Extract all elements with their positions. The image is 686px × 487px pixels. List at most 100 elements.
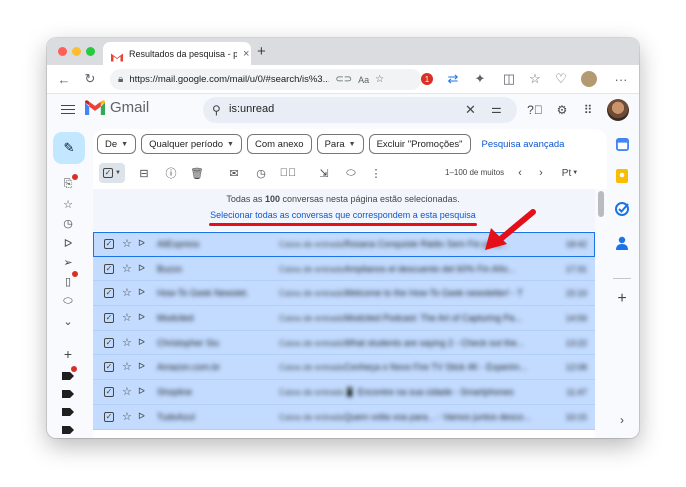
close-window-button[interactable] — [58, 47, 67, 56]
email-row[interactable]: ✓ ☆ ᐅ How-To Geek Newslet. Caixa de entr… — [93, 281, 595, 307]
star-icon[interactable]: ☆ — [122, 336, 132, 349]
filter-chip-to[interactable]: Para ▼ — [316, 134, 364, 154]
email-row[interactable]: ✓ ☆ ᐅ Modcited Caixa de entrada Modcited… — [93, 306, 595, 331]
star-icon[interactable]: ☆ — [122, 360, 132, 373]
select-all-checkbox[interactable]: ✓ ▼ — [99, 163, 125, 183]
compose-button[interactable]: ✎ — [53, 132, 85, 164]
importance-marker-icon[interactable]: ᐅ — [138, 238, 145, 249]
main-menu-icon[interactable] — [61, 102, 75, 116]
scrollbar[interactable] — [595, 189, 607, 438]
tasks-icon[interactable] — [614, 201, 630, 217]
labels-icon[interactable]: ⬭ — [344, 166, 358, 180]
delete-icon[interactable]: 🗑︎ — [190, 166, 204, 180]
label-tag-icon[interactable] — [61, 387, 75, 401]
row-checkbox[interactable]: ✓ — [104, 288, 114, 299]
back-icon[interactable]: ← — [56, 71, 72, 87]
snooze-icon[interactable]: ◷ — [254, 166, 268, 180]
importance-marker-icon[interactable]: ᐅ — [138, 312, 145, 323]
favorites-icon[interactable]: ☆ — [527, 71, 543, 87]
star-icon[interactable]: ☆ — [122, 410, 132, 423]
reload-icon[interactable]: ↻ — [82, 71, 98, 87]
tab-close-icon[interactable]: × — [243, 48, 249, 60]
filter-chip-from[interactable]: De ▼ — [97, 134, 137, 154]
settings-gear-icon[interactable]: ⚙ — [554, 102, 570, 118]
more-menu-icon[interactable]: ··· — [613, 71, 629, 87]
translate-icon[interactable]: ⇄ — [445, 71, 461, 87]
expand-panel-chevron-icon[interactable]: › — [614, 412, 630, 428]
row-checkbox[interactable]: ✓ — [104, 263, 114, 274]
importance-marker-icon[interactable]: ᐅ — [138, 411, 145, 422]
help-icon[interactable]: ?⃝ — [527, 102, 543, 118]
create-label-icon[interactable]: + — [61, 346, 75, 362]
more-chevron-down-icon[interactable]: ⌄ — [61, 314, 75, 328]
keep-icon[interactable] — [614, 168, 630, 184]
calendar-icon[interactable] — [614, 136, 630, 152]
input-tools-button[interactable]: Pt ▼ — [559, 166, 581, 180]
filter-chip-period[interactable]: Qualquer período ▼ — [141, 134, 242, 154]
star-icon[interactable]: ☆ — [122, 262, 132, 275]
importance-marker-icon[interactable]: ᐅ — [138, 337, 145, 348]
scrollbar-thumb[interactable] — [598, 191, 604, 217]
favorite-star-icon[interactable]: ☆ — [375, 74, 384, 85]
importance-marker-icon[interactable]: ᐅ — [138, 361, 145, 372]
search-input[interactable]: is:unread — [229, 103, 274, 115]
add-addon-icon[interactable]: + — [614, 290, 630, 307]
star-icon[interactable]: ☆ — [122, 237, 132, 250]
browser-tab[interactable]: Resultados da pesquisa - phil × — [103, 42, 251, 65]
inbox-icon[interactable]: ⎘ — [61, 174, 78, 191]
email-row[interactable]: ✓ ☆ ᐅ Buzzo Caixa de entrada Amplianos e… — [93, 256, 595, 282]
search-options-icon[interactable]: ⚌ — [491, 102, 502, 116]
email-row[interactable]: ✓ ☆ ᐅ Amazon.com.br Caixa de entrada Con… — [93, 355, 595, 381]
maximize-window-button[interactable] — [86, 47, 95, 56]
sent-icon[interactable]: ➢ — [61, 255, 75, 269]
search-bar[interactable]: ⚲ is:unread ✕ ⚌ — [203, 97, 517, 123]
star-icon[interactable]: ☆ — [122, 385, 132, 398]
previous-page-icon[interactable]: ‹ — [513, 166, 527, 180]
drafts-icon[interactable]: ▯ — [61, 271, 78, 288]
filter-chip-exclude-promotions[interactable]: Excluir "Promoções" — [368, 134, 471, 154]
address-bar[interactable]: 🔒︎ https://mail.google.com/mail/u/0/#sea… — [110, 69, 422, 90]
apps-grid-icon[interactable]: ⠿ — [580, 102, 596, 118]
row-checkbox[interactable]: ✓ — [104, 239, 114, 249]
label-tag-icon[interactable] — [61, 366, 77, 383]
clear-search-icon[interactable]: ✕ — [465, 102, 476, 118]
importance-marker-icon[interactable]: ᐅ — [138, 287, 145, 298]
importance-marker-icon[interactable]: ᐅ — [138, 386, 145, 397]
star-icon[interactable]: ☆ — [122, 286, 132, 299]
row-checkbox[interactable]: ✓ — [104, 362, 114, 373]
advanced-search-link[interactable]: Pesquisa avançada — [482, 139, 565, 150]
link-icon[interactable]: ⊂⊃ — [335, 74, 352, 85]
heart-icon[interactable]: ♡ — [553, 71, 569, 87]
more-actions-icon[interactable]: ⋮ — [369, 166, 383, 180]
email-row[interactable]: ✓ ☆ ᐅ TudoAzul Caixa de entrada Quem vol… — [93, 404, 595, 430]
label-tag-icon[interactable] — [61, 423, 75, 437]
extension-badge-icon[interactable]: 1 — [419, 71, 435, 87]
new-tab-button[interactable]: + — [257, 43, 266, 60]
row-checkbox[interactable]: ✓ — [104, 337, 114, 348]
read-aloud-icon[interactable]: Aa — [358, 75, 369, 85]
minimize-window-button[interactable] — [72, 47, 81, 56]
filter-chip-attachment[interactable]: Com anexo — [246, 134, 312, 154]
mark-read-icon[interactable]: ✉ — [227, 166, 241, 180]
snoozed-icon[interactable]: ◷ — [61, 216, 75, 230]
important-icon[interactable]: ᐅ — [61, 236, 75, 250]
label-tag-icon[interactable] — [61, 405, 75, 419]
next-page-icon[interactable]: › — [534, 166, 548, 180]
archive-icon[interactable]: ⊟ — [137, 166, 151, 180]
star-icon[interactable]: ☆ — [122, 311, 132, 324]
move-to-icon[interactable]: ⇲ — [317, 166, 331, 180]
add-task-icon[interactable]: ✓⃝ — [280, 166, 297, 180]
extensions-puzzle-icon[interactable]: ✦ — [472, 71, 488, 87]
site-info-icon[interactable]: 🔒︎ — [118, 74, 123, 85]
row-checkbox[interactable]: ✓ — [104, 387, 114, 398]
email-row[interactable]: ✓ ☆ ᐅ Shopline Caixa de entrada 📱 Encont… — [93, 380, 595, 405]
split-screen-icon[interactable]: ◫ — [501, 71, 517, 87]
row-checkbox[interactable]: ✓ — [104, 411, 114, 422]
gmail-logo[interactable]: Gmail — [85, 99, 149, 116]
label-icon[interactable]: ⬭ — [61, 294, 75, 308]
search-icon[interactable]: ⚲ — [212, 103, 221, 117]
email-row[interactable]: ✓ ☆ ᐅ Christopher Siu Caixa de entrada W… — [93, 330, 595, 356]
report-spam-icon[interactable]: ⓘ — [164, 166, 178, 180]
starred-icon[interactable]: ☆ — [61, 197, 75, 211]
row-checkbox[interactable]: ✓ — [104, 313, 114, 324]
